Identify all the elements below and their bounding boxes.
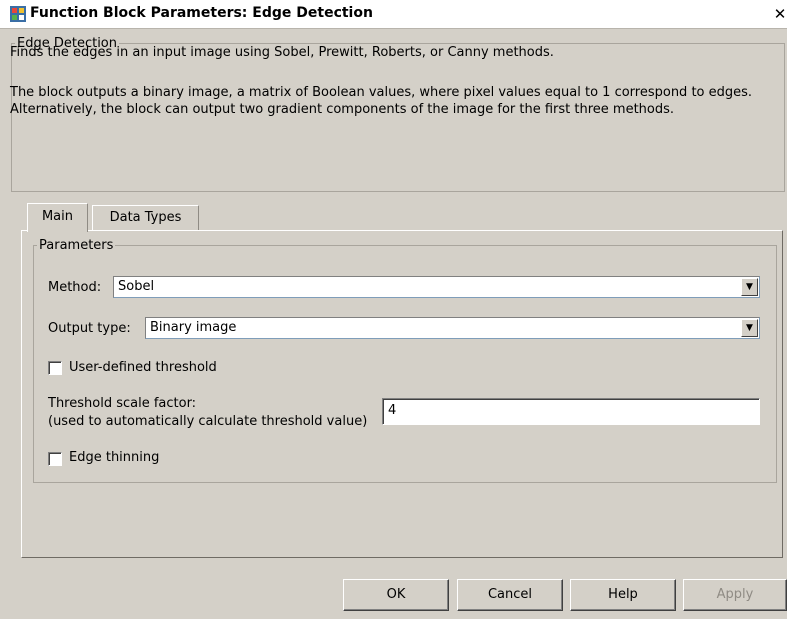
method-label: Method:: [48, 280, 102, 295]
threshold-scale-value: 4: [388, 403, 397, 418]
threshold-scale-input[interactable]: 4: [382, 398, 760, 425]
output-type-label: Output type:: [48, 321, 131, 336]
user-threshold-checkbox[interactable]: [48, 361, 62, 375]
chevron-down-icon[interactable]: ▼: [741, 278, 758, 296]
threshold-scale-sublabel: (used to automatically calculate thresho…: [48, 414, 368, 429]
user-threshold-label: User-defined threshold: [69, 360, 217, 375]
threshold-scale-label: Threshold scale factor:: [48, 396, 197, 411]
method-dropdown[interactable]: Sobel ▼: [113, 276, 760, 298]
close-icon[interactable]: ✕: [772, 5, 787, 23]
output-type-value: Binary image: [150, 320, 237, 335]
title-bar[interactable]: Function Block Parameters: Edge Detectio…: [0, 0, 787, 29]
output-type-dropdown[interactable]: Binary image ▼: [145, 317, 760, 339]
tab-data-types[interactable]: Data Types: [92, 205, 199, 230]
chevron-down-icon[interactable]: ▼: [741, 319, 758, 337]
edge-thinning-checkbox[interactable]: [48, 452, 62, 466]
help-button[interactable]: Help: [570, 579, 676, 611]
ok-button[interactable]: OK: [343, 579, 449, 611]
window-title: Function Block Parameters: Edge Detectio…: [30, 5, 373, 21]
description-line-1: Finds the edges in an input image using …: [10, 45, 554, 60]
apply-button[interactable]: Apply: [683, 579, 787, 611]
description-line-2: The block outputs a binary image, a matr…: [10, 85, 753, 117]
simulink-block-icon: [10, 6, 26, 22]
cancel-button[interactable]: Cancel: [457, 579, 563, 611]
method-value: Sobel: [118, 279, 155, 294]
edge-thinning-label: Edge thinning: [69, 450, 160, 465]
parameters-group-label: Parameters: [39, 238, 114, 253]
tab-main[interactable]: Main: [27, 203, 88, 232]
